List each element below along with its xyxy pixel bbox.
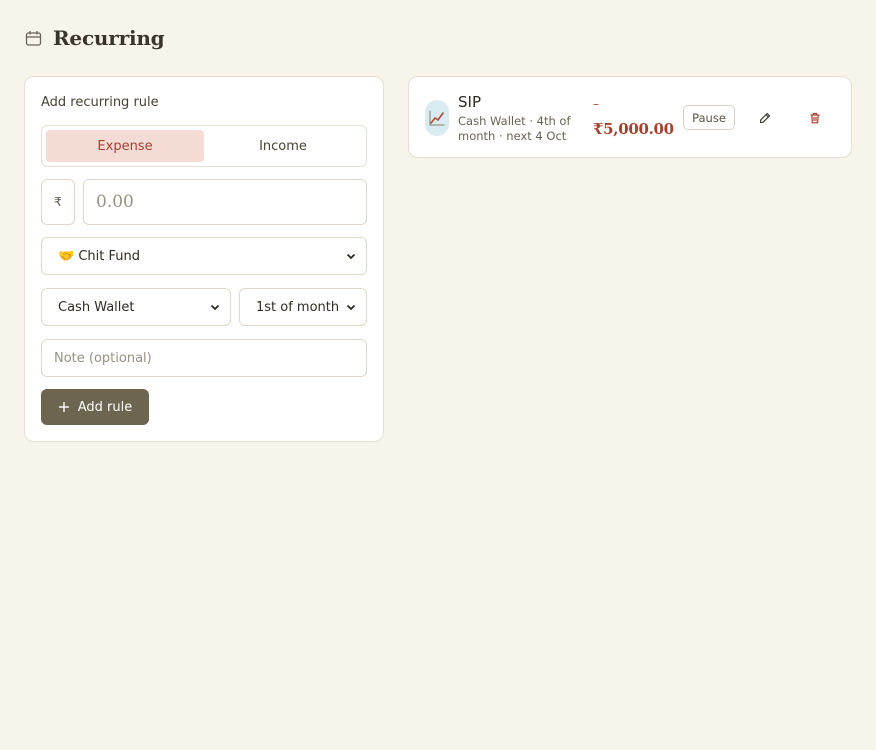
add-rule-button[interactable]: Add rule [41, 389, 149, 425]
form-heading: Add recurring rule [41, 95, 159, 110]
chevron-down-icon [210, 302, 220, 312]
wallet-select-value: Cash Wallet [58, 299, 135, 315]
trash-icon [809, 109, 821, 128]
page-title: Recurring [53, 26, 165, 50]
plus-icon [58, 401, 70, 413]
page-header: Recurring [25, 26, 165, 50]
rule-meta: Cash Wallet · 4th of month · next 4 Oct [458, 114, 571, 143]
rule-row: SIP Cash Wallet · 4th of month · next 4 … [409, 77, 851, 157]
amount-input[interactable] [83, 179, 367, 225]
note-input[interactable] [41, 339, 367, 377]
chart-up-icon [425, 100, 449, 136]
add-rule-form: Add recurring rule Expense Income ₹ 🤝 Ch… [24, 76, 384, 442]
chevron-down-icon [346, 251, 356, 261]
pause-button[interactable]: Pause [683, 105, 735, 130]
add-rule-button-label: Add rule [77, 399, 133, 415]
rules-list: SIP Cash Wallet · 4th of month · next 4 … [408, 76, 852, 158]
currency-symbol: ₹ [41, 179, 75, 225]
type-toggle: Expense Income [41, 125, 367, 167]
category-select-value: 🤝 Chit Fund [58, 248, 140, 264]
income-tab[interactable]: Income [204, 130, 362, 162]
category-select[interactable]: 🤝 Chit Fund [41, 237, 367, 275]
rule-name: SIP [458, 93, 481, 111]
day-select[interactable]: 1st of month [239, 288, 367, 326]
edit-button[interactable] [755, 108, 775, 128]
delete-button[interactable] [805, 108, 825, 128]
chevron-down-icon [346, 302, 356, 312]
expense-tab[interactable]: Expense [46, 130, 204, 162]
rule-amount: ₹5,000.00 [593, 120, 674, 138]
rule-sign: – [593, 97, 599, 111]
wallet-select[interactable]: Cash Wallet [41, 288, 231, 326]
pencil-icon [759, 109, 771, 128]
day-select-value: 1st of month [256, 299, 340, 315]
calendar-icon [25, 30, 42, 47]
